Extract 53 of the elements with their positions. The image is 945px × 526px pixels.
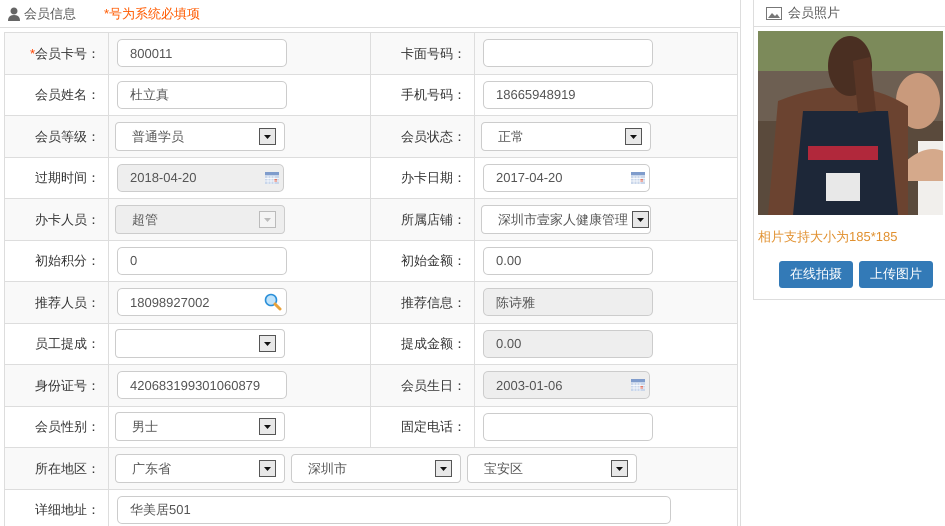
calendar-icon bbox=[631, 379, 645, 392]
field-label: 所在地区： bbox=[35, 460, 100, 478]
field-label: 员工提成： bbox=[35, 335, 100, 353]
section-title: 会员信息 bbox=[24, 4, 76, 23]
dropdown[interactable]: 宝安区 bbox=[467, 454, 637, 483]
upload-button[interactable]: 上传图片 bbox=[859, 260, 933, 288]
field-label: 会员状态： bbox=[401, 128, 466, 146]
field-label: 所属店铺： bbox=[401, 210, 466, 228]
field-label: 提成金额： bbox=[401, 335, 466, 353]
take-photo-button[interactable]: 在线拍摄 bbox=[779, 260, 853, 288]
field-label: 推荐信息： bbox=[401, 294, 466, 312]
dropdown[interactable]: 深圳市 bbox=[291, 454, 461, 483]
field-label: 初始积分： bbox=[35, 252, 100, 270]
text-field[interactable]: 华美居501 bbox=[117, 496, 671, 524]
text-field[interactable]: 0 bbox=[117, 246, 287, 275]
text-field[interactable]: 0.00 bbox=[483, 246, 653, 275]
dropdown[interactable]: 深圳市壹家人健康管理 bbox=[481, 204, 651, 234]
field-label: 会员生日： bbox=[401, 376, 466, 394]
field-label: 身份证号： bbox=[35, 376, 100, 394]
field-label: 手机号码： bbox=[401, 86, 466, 104]
panel-title: 会员照片 bbox=[788, 4, 840, 22]
field-label: 卡面号码： bbox=[401, 44, 466, 62]
text-field[interactable]: 420683199301060879 bbox=[117, 371, 287, 400]
search-icon[interactable] bbox=[264, 293, 282, 312]
dropdown[interactable]: 男士 bbox=[115, 412, 285, 442]
text-field[interactable]: 杜立真 bbox=[117, 80, 287, 109]
dropdown[interactable]: 正常 bbox=[481, 122, 651, 151]
text-field[interactable]: 18665948919 bbox=[483, 80, 653, 109]
text-field[interactable] bbox=[483, 39, 653, 68]
field-label: 办卡人员： bbox=[35, 210, 100, 228]
field-label: 会员等级： bbox=[35, 128, 100, 146]
field-label: 详细地址： bbox=[35, 501, 100, 519]
field-label: *会员卡号： bbox=[30, 44, 100, 62]
photo-size-hint: 相片支持大小为185*185 bbox=[758, 228, 898, 246]
text-field[interactable]: 800011 bbox=[117, 39, 287, 68]
field-label: 初始金额： bbox=[401, 252, 466, 270]
calendar-icon bbox=[631, 172, 645, 184]
date-field[interactable]: 2017-04-20 bbox=[483, 164, 650, 192]
image-icon bbox=[766, 6, 782, 20]
field-label: 过期时间： bbox=[35, 169, 100, 187]
field-label: 办卡日期： bbox=[401, 169, 466, 187]
dropdown[interactable] bbox=[115, 329, 285, 358]
field-label: 推荐人员： bbox=[35, 294, 100, 312]
dropdown[interactable]: 广东省 bbox=[115, 454, 285, 483]
field-label: 会员性别： bbox=[35, 418, 100, 436]
dropdown[interactable]: 普通学员 bbox=[115, 122, 285, 151]
calendar-icon bbox=[265, 172, 279, 184]
search-field[interactable]: 18098927002 bbox=[117, 288, 287, 316]
text-field[interactable] bbox=[483, 412, 653, 441]
field-label: 会员姓名： bbox=[35, 86, 100, 104]
person-icon bbox=[8, 6, 20, 20]
required-note: *号为系统必填项 bbox=[104, 4, 200, 23]
field-label: 固定电话： bbox=[401, 418, 466, 436]
